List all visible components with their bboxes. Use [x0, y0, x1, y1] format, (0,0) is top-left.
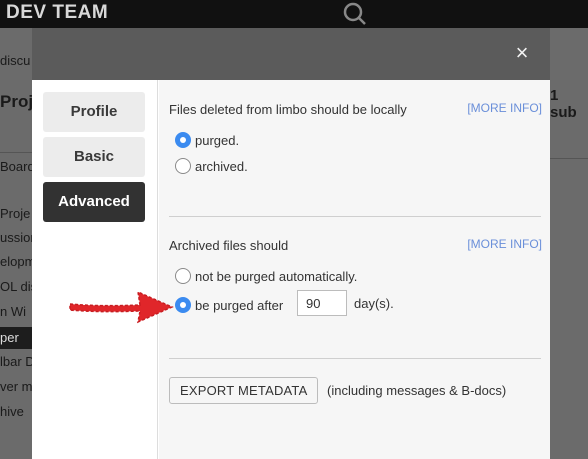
- radio-unselected-icon[interactable]: [175, 158, 191, 174]
- radio-option-purged-after[interactable]: be purged after: [175, 295, 283, 315]
- export-metadata-button[interactable]: EXPORT METADATA: [169, 377, 319, 404]
- radio-label: be purged after: [195, 297, 284, 313]
- tab-profile[interactable]: Profile: [43, 92, 145, 132]
- bg-text-hive: hive: [0, 404, 24, 419]
- bg-subscribers: 1 sub: [550, 87, 577, 121]
- modal-header: ×: [32, 28, 550, 80]
- bg-divider: [0, 152, 32, 153]
- section-divider: [169, 216, 541, 217]
- close-button[interactable]: ×: [510, 41, 534, 65]
- export-note: (including messages & B-docs): [327, 383, 507, 398]
- bg-text-discu: discu: [0, 53, 31, 68]
- radio-selected-icon[interactable]: [175, 132, 191, 148]
- settings-modal: × Profile Basic Advanced Files deleted f…: [32, 28, 550, 459]
- days-unit-label: day(s).: [354, 296, 394, 311]
- app-title: DEV TEAM: [6, 2, 109, 23]
- advanced-settings-panel: Files deleted from limbo should be local…: [159, 80, 550, 459]
- radio-label: purged.: [195, 132, 240, 148]
- bg-text-lbar: lbar D: [0, 354, 35, 369]
- radio-option-purged[interactable]: purged.: [175, 130, 239, 150]
- days-input[interactable]: [297, 290, 347, 316]
- radio-label: not be purged automatically.: [195, 268, 358, 284]
- bg-text-board: Board: [0, 159, 35, 174]
- section-divider: [169, 358, 541, 359]
- tab-advanced[interactable]: Advanced: [43, 182, 145, 222]
- radio-option-not-purged[interactable]: not be purged automatically.: [175, 266, 357, 286]
- modal-sidebar: Profile Basic Advanced: [32, 80, 158, 459]
- bg-text-per: per: [0, 330, 19, 345]
- radio-option-archived[interactable]: archived.: [175, 156, 248, 176]
- search-icon[interactable]: [336, 0, 376, 28]
- tab-basic[interactable]: Basic: [43, 137, 145, 177]
- radio-label: archived.: [195, 158, 248, 174]
- bg-selected-item: per: [0, 327, 32, 349]
- bg-text-elopm: elopm: [0, 254, 36, 269]
- bg-text-wi: n Wi: [0, 304, 26, 319]
- bg-text-proje: Proje: [0, 206, 31, 221]
- radio-unselected-icon[interactable]: [175, 268, 191, 284]
- limbo-section-title: Files deleted from limbo should be local…: [169, 102, 407, 117]
- archive-section-title: Archived files should: [169, 238, 289, 253]
- more-info-link[interactable]: [MORE INFO]: [467, 101, 542, 115]
- annotation-arrow-icon: [69, 290, 174, 324]
- more-info-link[interactable]: [MORE INFO]: [467, 237, 542, 251]
- bg-divider: [550, 158, 588, 159]
- app-topbar: DEV TEAM: [0, 0, 588, 28]
